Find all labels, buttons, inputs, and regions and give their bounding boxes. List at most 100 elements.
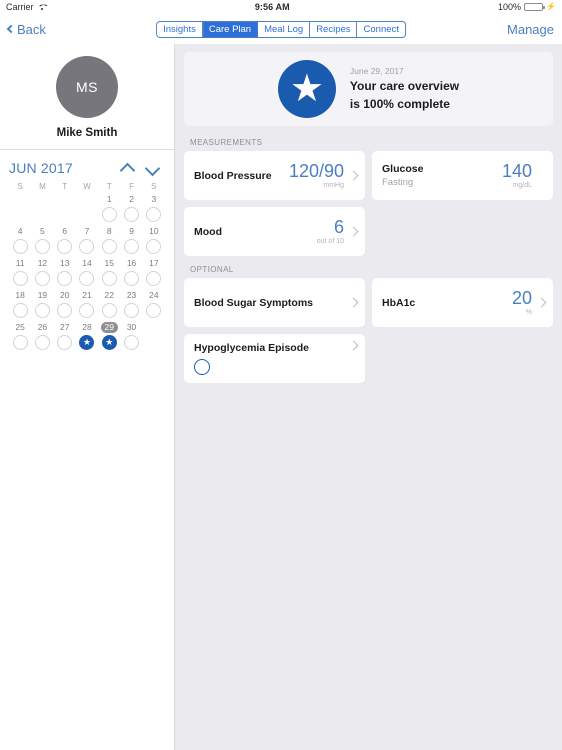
calendar-day-9[interactable]: 9 (120, 226, 142, 258)
calendar-day-17[interactable]: 17 (143, 258, 165, 290)
calendar-day-star-icon[interactable]: ★ (79, 335, 95, 350)
section-header-optional: OPTIONAL (190, 265, 234, 274)
calendar-day-29[interactable]: 29 ★ (98, 322, 120, 354)
card-blood-sugar-symptoms[interactable]: Blood Sugar Symptoms (184, 278, 365, 327)
battery-percent-label: 100% (498, 2, 522, 12)
calendar-day-19[interactable]: 19 (31, 290, 53, 322)
calendar-day-circle[interactable] (124, 239, 140, 254)
calendar-day-empty: 0 (54, 194, 76, 226)
calendar-day-circle[interactable] (79, 303, 95, 318)
calendar-day-21[interactable]: 21 (76, 290, 98, 322)
calendar-day-6[interactable]: 6 (54, 226, 76, 258)
calendar-day-number: 16 (126, 258, 137, 268)
calendar-day-circle[interactable] (101, 271, 117, 286)
calendar-day-1[interactable]: 1 (98, 194, 120, 226)
card-value: 6 (333, 217, 344, 237)
calendar-day-5[interactable]: 5 (31, 226, 53, 258)
care-overview-title-line2: is 100% complete (349, 97, 450, 111)
segment-connect[interactable]: Connect (357, 21, 405, 37)
calendar-day-star-icon[interactable]: ★ (101, 335, 117, 350)
calendar-day-circle[interactable] (146, 271, 162, 286)
calendar-day-12[interactable]: 12 (31, 258, 53, 290)
segment-meal-log[interactable]: Meal Log (258, 21, 311, 37)
calendar-day-8[interactable]: 8 (98, 226, 120, 258)
calendar-day-circle[interactable] (34, 271, 50, 286)
calendar-day-circle[interactable] (34, 239, 50, 254)
calendar-day-24[interactable]: 24 (143, 290, 165, 322)
calendar-day-number: 22 (104, 290, 115, 300)
calendar-day-15[interactable]: 15 (98, 258, 120, 290)
calendar-day-4[interactable]: 4 (9, 226, 31, 258)
calendar-day-26[interactable]: 26 (31, 322, 53, 354)
calendar-day-circle[interactable] (79, 239, 95, 254)
calendar-day-circle[interactable] (79, 271, 95, 286)
calendar-day-14[interactable]: 14 (76, 258, 98, 290)
card-glucose[interactable]: Glucose Fasting 140 mg/dL (372, 151, 553, 200)
segment-insights[interactable]: Insights (157, 21, 203, 37)
empty-card-slot (372, 334, 553, 383)
calendar-day-28[interactable]: 28 ★ (76, 322, 98, 354)
calendar-day-circle[interactable] (34, 303, 50, 318)
calendar-day-number: 5 (40, 226, 45, 236)
calendar-day-circle[interactable] (124, 335, 140, 350)
avatar[interactable]: MS (56, 56, 118, 118)
calendar-day-23[interactable]: 23 (120, 290, 142, 322)
calendar-day-13[interactable]: 13 (54, 258, 76, 290)
calendar-day-number: 3 (151, 194, 157, 204)
calendar-day-circle[interactable] (12, 271, 28, 286)
card-sublabel: Fasting (382, 177, 414, 188)
segmented-control[interactable]: Insights Care Plan Meal Log Recipes Connect (156, 20, 406, 38)
calendar-day-30[interactable]: 30 (120, 322, 142, 354)
calendar-day-number: 9 (129, 226, 134, 236)
calendar-day-27[interactable]: 27 (54, 322, 76, 354)
calendar-day-11[interactable]: 11 (9, 258, 31, 290)
card-mood[interactable]: Mood 6 out of 10 (184, 207, 365, 256)
calendar-day-circle[interactable] (12, 303, 28, 318)
chevron-up-icon[interactable] (121, 162, 134, 175)
calendar-day-circle[interactable] (57, 335, 73, 350)
calendar-weekday: M (39, 182, 46, 191)
segment-care-plan[interactable]: Care Plan (202, 21, 259, 37)
card-blood-pressure[interactable]: Blood Pressure 120/90 mmHg (184, 151, 365, 200)
calendar-day-circle[interactable] (57, 239, 73, 254)
card-row: Mood 6 out of 10 (184, 207, 553, 256)
calendar-day-circle[interactable] (101, 207, 117, 222)
calendar-day-2[interactable]: 2 (120, 194, 142, 226)
chevron-down-icon[interactable] (146, 162, 159, 175)
calendar-day-16[interactable]: 16 (120, 258, 142, 290)
calendar-day-number: 18 (15, 290, 25, 300)
calendar-day-circle[interactable] (124, 303, 140, 318)
calendar-day-7[interactable]: 7 (76, 226, 98, 258)
calendar-day-circle[interactable] (57, 271, 73, 286)
calendar-day-circle[interactable] (34, 335, 50, 350)
calendar-day-empty: 0 (9, 194, 31, 226)
card-hba1c[interactable]: HbA1c 20% (372, 278, 553, 327)
calendar-day-circle[interactable] (12, 335, 28, 350)
calendar-day-circle[interactable] (101, 239, 117, 254)
calendar-day-circle[interactable] (146, 207, 162, 222)
back-button[interactable]: Back (6, 22, 46, 37)
calendar-day-22[interactable]: 22 (98, 290, 120, 322)
calendar-day-3[interactable]: 3 (143, 194, 165, 226)
calendar-day-18[interactable]: 18 (9, 290, 31, 322)
calendar-day-circle[interactable] (57, 303, 73, 318)
calendar-day-number: 14 (82, 258, 92, 268)
manage-button[interactable]: Manage (507, 22, 554, 37)
calendar-day-circle[interactable] (124, 271, 140, 286)
card-label-wrap: Hypoglycemia Episode (194, 342, 350, 375)
card-value: 140 (501, 161, 532, 181)
status-bar-right: 100% ⚡ (498, 2, 556, 12)
calendar-day-circle[interactable] (124, 207, 140, 222)
calendar-day-circle[interactable] (12, 239, 28, 254)
calendar-day-circle[interactable] (146, 303, 162, 318)
calendar-day-10[interactable]: 10 (143, 226, 165, 258)
card-unit: mg/dL (512, 182, 532, 189)
calendar-day-25[interactable]: 25 (9, 322, 31, 354)
segment-recipes[interactable]: Recipes (310, 21, 358, 37)
toggle-circle[interactable] (194, 359, 210, 375)
calendar-day-circle[interactable] (101, 303, 117, 318)
calendar-day-empty: 0 (143, 322, 165, 354)
calendar-day-20[interactable]: 20 (54, 290, 76, 322)
calendar-day-circle[interactable] (146, 239, 162, 254)
card-hypoglycemia-episode[interactable]: Hypoglycemia Episode (184, 334, 365, 383)
